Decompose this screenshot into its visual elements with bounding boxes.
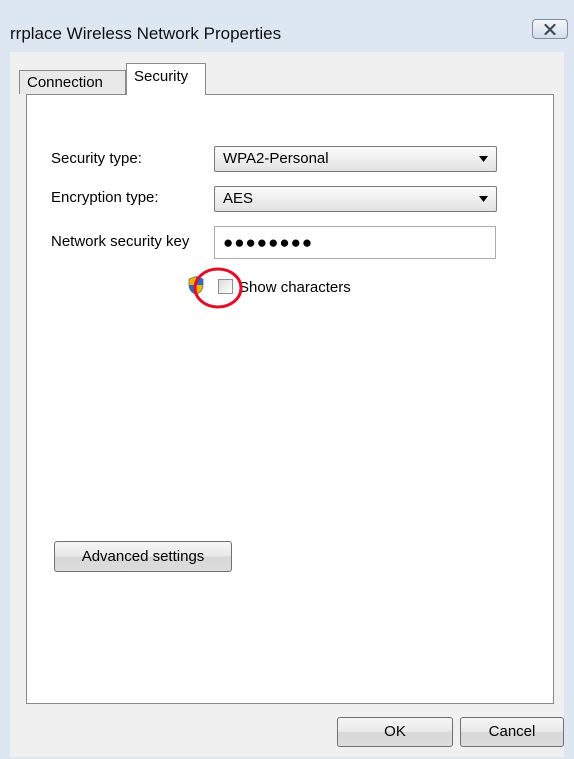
encryption-type-value: AES [223,190,254,207]
security-type-value: WPA2-Personal [223,150,329,167]
title-bar: rrplace Wireless Network Properties [0,0,574,52]
window-title: rrplace Wireless Network Properties [10,24,282,43]
highlight-circle-annotation [193,267,243,309]
tab-security[interactable]: Security [126,63,206,95]
properties-window: rrplace Wireless Network Properties Conn… [0,0,574,759]
show-characters-label[interactable]: Show characters [239,279,351,296]
security-type-label: Security type: [51,150,142,167]
close-button[interactable] [532,19,568,39]
network-security-key-input[interactable]: ●●●●●●●● [214,226,496,259]
ok-button[interactable]: OK [337,717,453,747]
advanced-settings-button[interactable]: Advanced settings [54,541,232,572]
network-security-key-label: Network security key [51,233,190,250]
encryption-type-label: Encryption type: [51,189,159,206]
tab-connection[interactable]: Connection [19,70,126,94]
dropdown-arrow-icon [479,196,488,202]
cancel-button[interactable]: Cancel [460,717,564,747]
encryption-type-dropdown[interactable]: AES [214,186,497,212]
dropdown-arrow-icon [479,156,488,162]
security-type-dropdown[interactable]: WPA2-Personal [214,146,497,172]
close-icon [544,23,556,35]
